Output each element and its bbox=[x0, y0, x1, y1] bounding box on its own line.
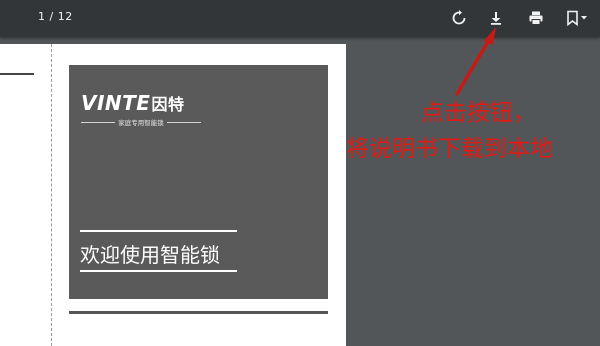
tagline-text: 家庭专用智能锁 bbox=[118, 119, 164, 127]
tagline-rule-right bbox=[166, 121, 201, 123]
tagline-rule-left bbox=[81, 121, 116, 123]
title-rule-bottom bbox=[80, 270, 237, 272]
logo-chinese: 因特 bbox=[151, 95, 185, 114]
bookmark-icon bbox=[567, 10, 587, 26]
logo-text: VINTE bbox=[81, 91, 151, 115]
pdf-toolbar: 1 / 12 bbox=[0, 0, 600, 37]
title-rule-top bbox=[80, 230, 237, 232]
print-icon bbox=[529, 11, 543, 25]
logo-wordmark: VINTE因特 bbox=[81, 91, 184, 115]
page-indicator: 1 / 12 bbox=[38, 10, 73, 23]
bookmark-button[interactable] bbox=[563, 8, 591, 28]
cover-title: 欢迎使用智能锁 bbox=[80, 243, 220, 267]
pdf-page: VINTE因特 家庭专用智能锁 欢迎使用智能锁 bbox=[0, 44, 346, 346]
chevron-down-icon bbox=[581, 16, 587, 20]
rotate-button[interactable] bbox=[449, 8, 469, 28]
fold-line bbox=[51, 44, 52, 346]
document-viewport[interactable]: VINTE因特 家庭专用智能锁 欢迎使用智能锁 bbox=[0, 37, 600, 346]
logo-tagline: 家庭专用智能锁 bbox=[81, 117, 201, 127]
cover-panel: VINTE因特 家庭专用智能锁 欢迎使用智能锁 bbox=[69, 65, 328, 299]
page-divider bbox=[0, 73, 34, 75]
annotation-line-2: 将说明书下载到本地 bbox=[346, 136, 553, 162]
download-icon bbox=[491, 12, 501, 25]
brand-logo: VINTE因特 家庭专用智能锁 bbox=[81, 91, 211, 131]
page-bottom-rule bbox=[69, 311, 328, 314]
download-button[interactable] bbox=[486, 8, 506, 28]
annotation-line-1: 点击按钮， bbox=[421, 100, 536, 126]
print-button[interactable] bbox=[526, 8, 546, 28]
rotate-icon bbox=[452, 10, 466, 25]
